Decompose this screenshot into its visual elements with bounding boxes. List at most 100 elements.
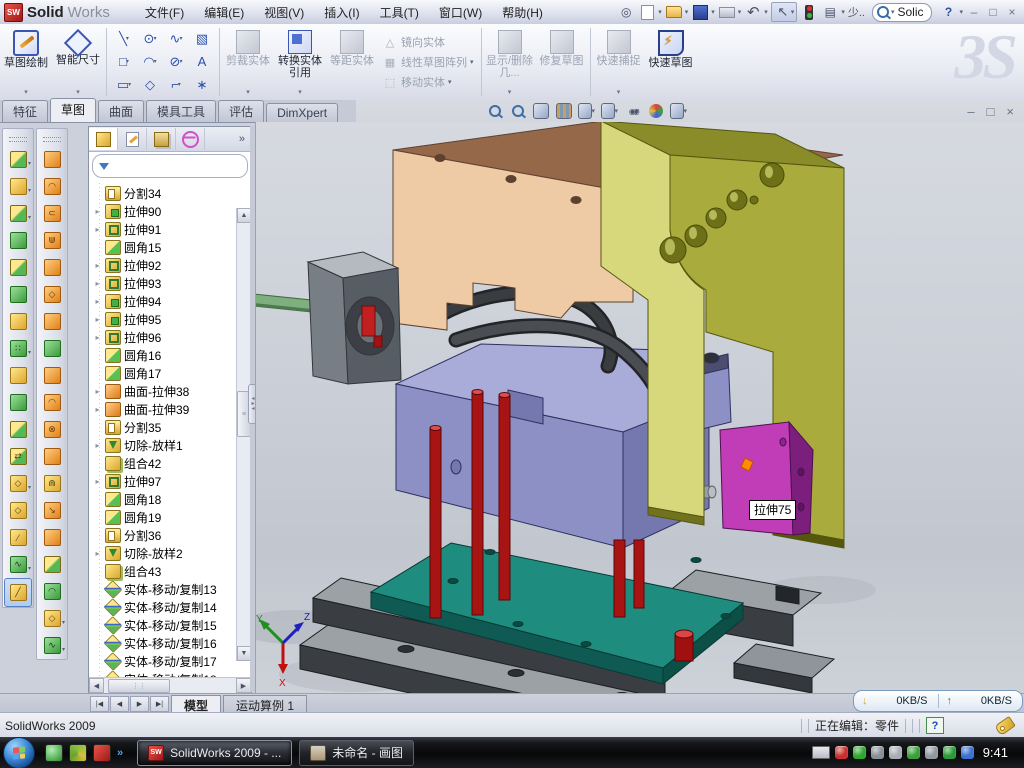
view-orientation-icon-caret[interactable]: ▾ [591,107,595,115]
menu-3[interactable]: 插入(I) [315,1,368,24]
tree-item[interactable]: ▸拉伸93 [89,274,251,292]
expand-icon[interactable]: ▸ [93,315,102,324]
downloader-icon[interactable] [961,746,974,759]
tree-item[interactable]: 圆角18 [89,490,251,508]
menu-6[interactable]: 帮助(H) [493,1,552,24]
dimxpert-manager-tab[interactable] [176,128,205,150]
scroll-right-icon[interactable]: ▶ [236,678,251,693]
move-copy-body-button[interactable]: ⇄ [5,443,31,470]
save-caret-icon[interactable]: ▾ [711,8,715,16]
scene-icon[interactable]: ▾ [670,103,687,120]
ellipse-tool-caret-icon[interactable]: ▾ [179,58,182,65]
pin-icon[interactable]: ◎ [617,3,635,21]
surf-dome-button[interactable]: ◠ [39,578,65,605]
help-caret-icon[interactable]: ▾ [959,8,963,16]
tree-item[interactable]: 组合42 [89,454,251,472]
tree-item[interactable]: ▸拉伸91 [89,220,251,238]
dropdown-caret-icon[interactable]: ▾ [298,88,302,96]
快速草图-button[interactable]: 快速草图 [646,26,696,98]
quick-tips-button[interactable]: ? [926,717,944,734]
graphics-viewport[interactable]: Y Z X 拉伸75 [255,122,1024,693]
tree-item[interactable]: ▸拉伸96 [89,328,251,346]
surf-knit-button[interactable] [39,443,65,470]
antivirus-icon[interactable] [835,746,848,759]
solidworks-icon[interactable] [93,744,111,762]
surf-ref-geometry-button[interactable]: ◇▾ [39,605,65,632]
dropdown-caret-icon[interactable]: ▾ [508,88,512,96]
quick-launch-overflow[interactable]: » [117,747,123,759]
pattern-button[interactable]: ∷▾ [5,335,31,362]
line-tool[interactable]: ╲▾ [111,27,137,50]
search-scope-caret-icon[interactable]: ▾ [891,8,895,16]
tree-item[interactable]: ▸曲面-拉伸38 [89,382,251,400]
tree-item[interactable]: 实体-移动/复制15 [89,616,251,634]
zoom-area-icon[interactable] [509,103,526,120]
start-button[interactable] [3,737,35,768]
tab-nav-3[interactable]: ▶| [150,696,169,712]
appearances-icon[interactable] [647,103,664,120]
options-button[interactable]: ▤ [821,3,839,21]
tab-模型[interactable]: 模型 [171,695,221,713]
tag-icon[interactable] [994,715,1016,735]
转换实体引用-button[interactable]: 转换实体引用▾ [275,26,325,98]
scroll-down-icon[interactable]: ▼ [237,646,252,661]
hide-show-icon[interactable]: ◉◉▾ [624,103,641,120]
tree-item[interactable]: ▸切除-放样2 [89,544,251,562]
dropdown-caret-icon[interactable]: ▾ [76,88,80,96]
surf-untrim-button[interactable]: ⋒ [39,470,65,497]
expand-icon[interactable]: ▸ [93,297,102,306]
tree-item[interactable]: 分割34 [89,184,251,202]
tab-DimXpert[interactable]: DimXpert [266,103,338,122]
scroll-up-icon[interactable]: ▲ [237,208,252,223]
menu-5[interactable]: 窗口(W) [430,1,491,24]
tree-item[interactable]: ▸拉伸94 [89,292,251,310]
fillet-caret-icon[interactable]: ▾ [28,214,31,221]
tab-nav-1[interactable]: ◀ [110,696,129,712]
open-caret-icon[interactable]: ▾ [685,8,689,16]
combine-c-button[interactable] [5,416,31,443]
tab-曲面[interactable]: 曲面 [98,100,144,122]
surf-offset-button[interactable] [39,308,65,335]
search-input[interactable]: Solic [897,5,923,19]
草图绘制-button[interactable]: 草图绘制▾ [1,26,51,98]
display-style-icon-caret[interactable]: ▾ [614,107,618,115]
tab-草图[interactable]: 草图 [50,98,96,122]
new-document-button[interactable] [638,3,656,21]
task-SolidWorks 2009 - ...[interactable]: SWSolidWorks 2009 - ... [137,740,292,766]
dropdown-caret-icon[interactable]: ▾ [246,88,250,96]
text-tool[interactable]: A [189,50,215,73]
loft-button[interactable] [5,227,31,254]
tab-nav-2[interactable]: ▶ [130,696,149,712]
sketch-fillet-tool[interactable]: ⌐▾ [163,73,189,96]
rotate-view-icon[interactable] [532,103,549,120]
tree-item[interactable]: ▸切除-放样1 [89,436,251,454]
volume-icon[interactable] [889,746,902,759]
tree-filter-input[interactable] [92,154,248,178]
tree-item[interactable]: 分割35 [89,418,251,436]
tree-item[interactable]: 实体-移动/复制18 [89,670,251,677]
point-tool[interactable]: ∗ [189,73,215,96]
curve-helix-caret-icon[interactable]: ▾ [28,565,31,572]
tree-item[interactable]: 圆角19 [89,508,251,526]
search-box[interactable]: ▾ Solic [872,3,933,22]
tab-运动算例 1[interactable]: 运动算例 1 [223,695,307,713]
surf-freeform-button[interactable] [39,335,65,362]
tree-item[interactable]: 实体-移动/复制16 [89,634,251,652]
input-method-icon[interactable] [812,746,830,759]
extrude-boss-caret-icon[interactable]: ▾ [28,160,31,167]
surf-delete-face-button[interactable]: ⊗ [39,416,65,443]
open-button[interactable] [665,3,683,21]
ref-axis-button[interactable]: ⁄ [5,524,31,551]
doc-minimize-button[interactable]: – [967,104,974,119]
options-caret-icon[interactable]: ▾ [841,8,845,16]
fillet-button[interactable]: ▾ [5,200,31,227]
clamp-block[interactable] [308,252,401,384]
feature-manager-tab[interactable] [89,128,118,150]
network-alert-icon[interactable] [925,746,938,759]
select-caret-icon[interactable]: ▾ [791,8,795,16]
select-tool-button[interactable]: ↖▾ [771,2,798,22]
tab-特征[interactable]: 特征 [2,100,48,122]
sketch-fillet-tool-caret-icon[interactable]: ▾ [178,81,181,88]
scene-icon-caret[interactable]: ▾ [683,107,687,115]
display-style-icon[interactable]: ▾ [601,103,618,120]
